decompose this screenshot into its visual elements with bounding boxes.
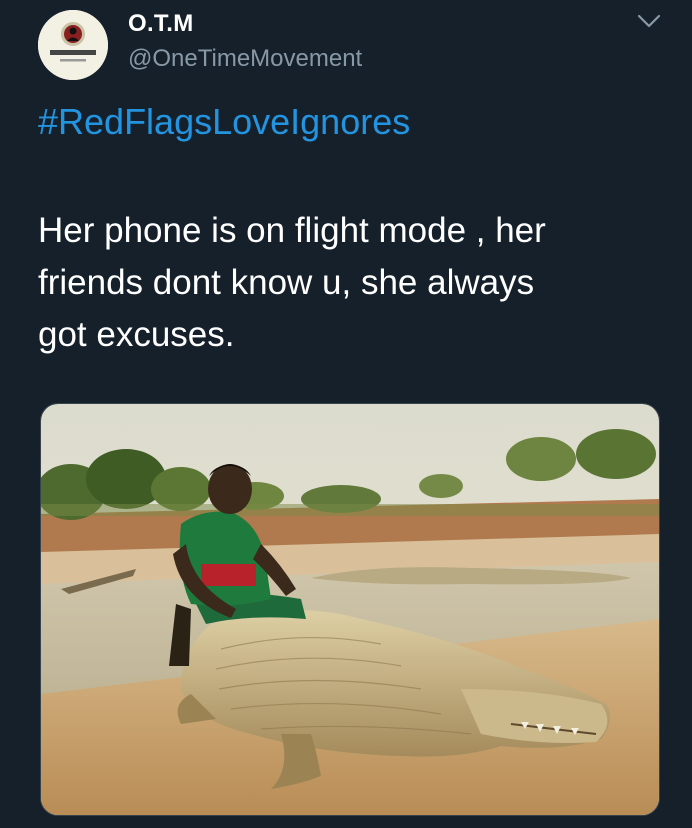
- tweet-text-line: Her phone is on flight mode , her: [38, 211, 546, 250]
- author-avatar[interactable]: [38, 10, 108, 80]
- tweet-text: Her phone is on flight mode , her friend…: [38, 205, 658, 361]
- photo-boy-with-crocodile: [41, 404, 659, 815]
- tweet-card: O.T.M @OneTimeMovement #RedFlagsLoveIgno…: [0, 0, 692, 828]
- chevron-down-icon[interactable]: [636, 12, 662, 30]
- hashtag-link[interactable]: #RedFlagsLoveIgnores: [38, 101, 410, 143]
- author-display-name[interactable]: O.T.M: [128, 10, 194, 38]
- tweet-text-line: friends dont know u, she always: [38, 263, 535, 302]
- tweet-media-photo[interactable]: [40, 403, 660, 816]
- one-time-movement-logo-icon: [38, 10, 108, 80]
- tweet-text-line: got excuses.: [38, 315, 235, 354]
- author-handle[interactable]: @OneTimeMovement: [128, 45, 362, 73]
